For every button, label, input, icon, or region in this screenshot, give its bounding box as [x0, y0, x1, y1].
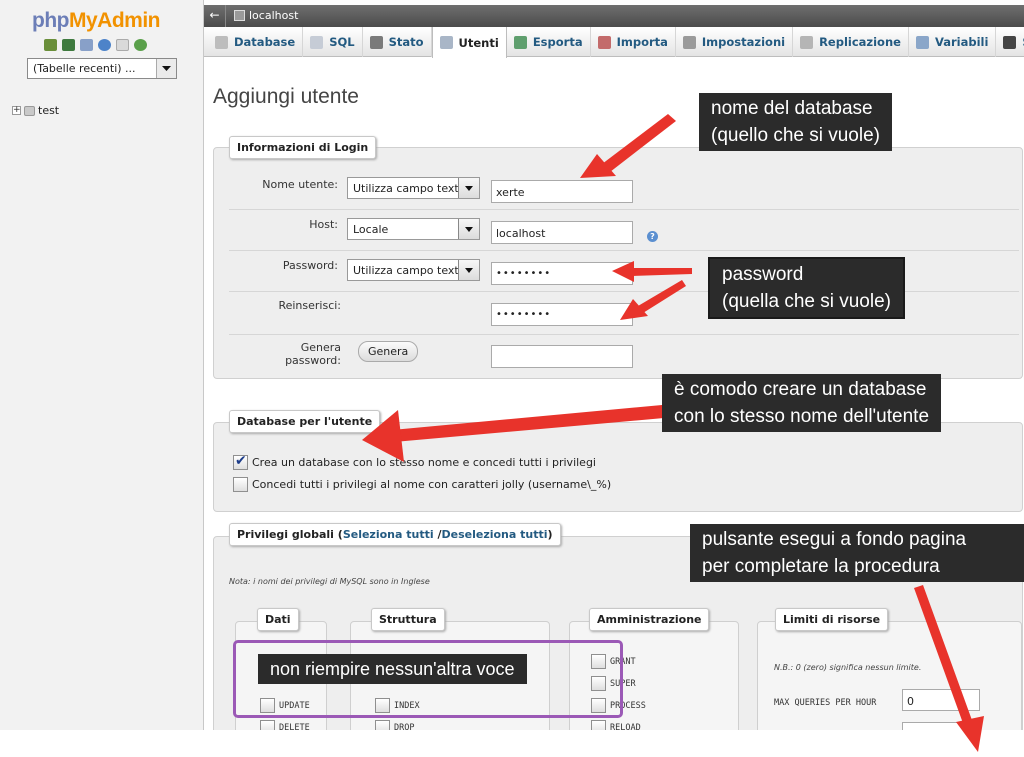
divider — [229, 334, 1019, 335]
username-mode-select[interactable]: Utilizza campo text: — [347, 177, 480, 199]
server-name[interactable]: localhost — [249, 9, 298, 22]
select-all-link[interactable]: Seleziona tutti — [343, 528, 434, 541]
limits-group-legend: Limiti di risorse — [775, 608, 889, 631]
tab-replication[interactable]: Replicazione — [793, 27, 909, 57]
bottom-blank — [0, 730, 1024, 757]
reload-icon[interactable] — [134, 39, 147, 51]
resource-limits-group — [757, 621, 1022, 741]
tab-export[interactable]: Esporta — [507, 27, 591, 57]
breadcrumb: ← localhost — [204, 5, 1024, 27]
variables-icon — [915, 35, 929, 49]
chevron-down-icon[interactable] — [156, 59, 176, 78]
import-icon — [597, 35, 611, 49]
users-icon — [439, 36, 453, 49]
sql-icon — [310, 35, 324, 49]
create-db-label[interactable]: Crea un database con lo stesso nome e co… — [252, 456, 596, 469]
help-icon[interactable]: ? — [647, 231, 658, 242]
grant-wildcard-label[interactable]: Concedi tutti i privilegi al nome con ca… — [252, 478, 611, 491]
database-icon — [215, 35, 228, 49]
annotation-execute: pulsante esegui a fondo pagina per compl… — [690, 524, 1024, 582]
db-tree-item-test[interactable]: + test — [12, 104, 59, 117]
tab-charsets[interactable]: Se — [996, 27, 1024, 57]
password-input[interactable]: •••••••• — [491, 262, 633, 285]
breadcrumb-server[interactable]: localhost — [234, 9, 298, 22]
annotation-password: password (quella che si vuole) — [710, 259, 903, 317]
annotation-fill-nothing: non riempire nessun'altra voce — [258, 654, 527, 684]
username-input[interactable]: xerte — [491, 180, 633, 203]
global-privileges-legend: Privilegi globali (Seleziona tutti /Dese… — [229, 523, 561, 546]
recent-tables-select[interactable]: (Tabelle recenti) ... — [27, 58, 177, 79]
tab-sql[interactable]: SQL — [303, 27, 363, 57]
deselect-all-link[interactable]: Deseleziona tutti — [441, 528, 547, 541]
help-icon[interactable] — [98, 39, 111, 51]
tab-settings[interactable]: Impostazioni — [676, 27, 794, 57]
tab-status[interactable]: Stato — [363, 27, 432, 57]
grant-wildcard-option[interactable]: Concedi tutti i privilegi al nome con ca… — [233, 477, 611, 492]
database-icon — [24, 105, 35, 116]
create-db-same-name-option[interactable]: Crea un database con lo stesso nome e co… — [233, 453, 596, 470]
data-group-legend: Dati — [257, 608, 299, 631]
replication-icon — [800, 35, 814, 49]
username-label: Nome utente: — [262, 178, 338, 191]
chevron-down-icon[interactable] — [458, 219, 479, 239]
expand-icon[interactable]: + — [12, 106, 21, 115]
generate-password-button[interactable]: Genera — [358, 341, 419, 362]
retype-label: Reinserisci: — [278, 299, 341, 312]
docs-icon[interactable] — [116, 39, 129, 51]
screenshot-root: { "nav": { "logo_php": "php", "logo_myad… — [0, 0, 1024, 757]
divider — [229, 250, 1019, 251]
annotation-db-name: nome del database (quello che si vuole) — [699, 93, 892, 151]
max-queries-input[interactable]: 0 — [902, 689, 980, 711]
generate-password-label: Genera password: — [285, 341, 341, 367]
settings-icon — [682, 35, 696, 49]
navigation-panel: phpMyAdmin (Tabelle recenti) ... + test — [0, 0, 204, 730]
tab-import[interactable]: Importa — [591, 27, 676, 57]
collapse-nav-icon[interactable]: ← — [204, 5, 226, 27]
login-legend: Informazioni di Login — [229, 136, 377, 159]
tab-users[interactable]: Utenti — [431, 27, 507, 58]
home-icon[interactable] — [44, 39, 57, 51]
tree-db-label[interactable]: test — [38, 104, 59, 117]
host-mode-select[interactable]: Locale — [347, 218, 480, 240]
generated-password-input[interactable] — [491, 345, 633, 368]
export-icon — [513, 35, 527, 49]
limits-note: N.B.: 0 (zero) significa nessun limite. — [774, 663, 922, 672]
privileges-note: Nota: i nomi dei privilegi di MySQL sono… — [229, 577, 430, 586]
tab-variables[interactable]: Variabili — [909, 27, 997, 57]
password-label: Password: — [282, 259, 338, 272]
sql-query-icon[interactable] — [80, 39, 93, 51]
max-queries-label: MAX QUERIES PER HOUR — [774, 698, 877, 708]
host-label: Host: — [309, 218, 338, 231]
grant-wildcard-checkbox[interactable] — [233, 477, 248, 492]
logout-icon[interactable] — [62, 39, 75, 51]
host-input[interactable]: localhost — [491, 221, 633, 244]
password-mode-select[interactable]: Utilizza campo text: — [347, 259, 480, 281]
create-db-checkbox[interactable] — [233, 453, 248, 470]
phpmyadmin-logo[interactable]: phpMyAdmin — [32, 9, 160, 33]
annotation-same-name: è comodo creare un database con lo stess… — [662, 374, 942, 432]
chevron-down-icon[interactable] — [458, 178, 479, 198]
tab-database[interactable]: Database — [208, 27, 304, 57]
server-icon — [234, 10, 245, 21]
retype-password-input[interactable]: •••••••• — [491, 303, 633, 326]
top-menu-tabs: Database SQL Stato Utenti Esporta Import… — [204, 27, 1024, 58]
chevron-down-icon[interactable] — [458, 260, 479, 280]
structure-group-legend: Struttura — [371, 608, 445, 631]
admin-group-legend: Amministrazione — [589, 608, 710, 631]
recent-tables-value: (Tabelle recenti) ... — [33, 62, 136, 75]
nav-icon-bar — [44, 39, 147, 51]
database-for-user-legend: Database per l'utente — [229, 410, 381, 433]
page-title: Aggiungi utente — [213, 85, 359, 108]
status-icon — [369, 35, 383, 49]
divider — [229, 209, 1019, 210]
charsets-icon — [1003, 35, 1017, 49]
